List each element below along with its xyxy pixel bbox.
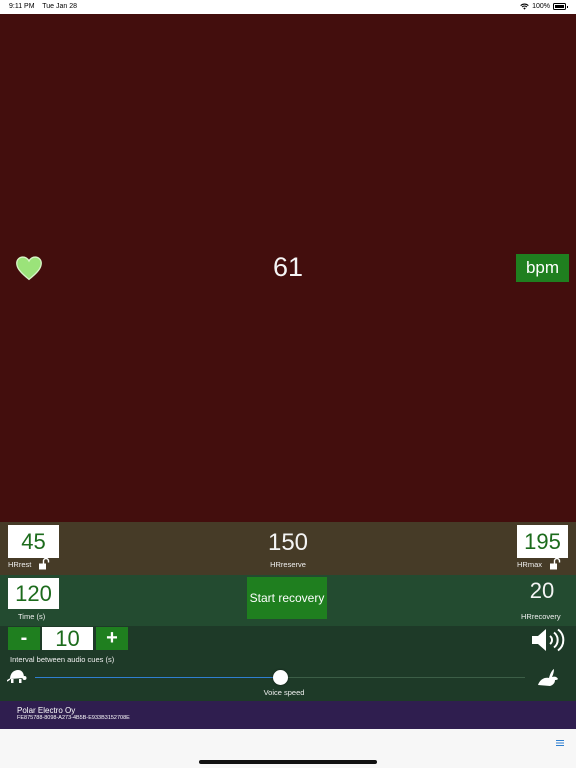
hrreserve-label: HRreserve	[270, 560, 306, 569]
rabbit-icon[interactable]	[536, 668, 560, 688]
battery-percent: 100%	[532, 3, 550, 10]
device-info: Polar Electro Oy FE875788-8098-A273-4B5B…	[0, 701, 576, 729]
voice-speed-slider[interactable]	[35, 670, 525, 685]
bottom-bar	[0, 729, 576, 768]
device-id: FE875788-8098-A273-4B5B-E933B3152708E	[17, 715, 130, 721]
status-time: 9:11 PM	[9, 3, 35, 10]
increase-interval-button[interactable]: +	[96, 627, 128, 650]
hrmax-lock-icon[interactable]	[549, 558, 561, 570]
voice-speed-label: Voice speed	[263, 688, 305, 697]
recovery-section: 120 Time (s) Start recovery 20 HRrecover…	[0, 575, 576, 626]
decrease-interval-button[interactable]: -	[8, 627, 40, 650]
interval-label: Interval between audio cues (s)	[10, 655, 115, 664]
status-date: Tue Jan 28	[42, 3, 77, 10]
interval-field[interactable]: 10	[42, 627, 93, 650]
speaker-icon[interactable]	[531, 628, 565, 652]
wifi-icon	[520, 3, 529, 10]
heart-rate-value: 61	[272, 252, 304, 282]
home-indicator	[199, 760, 377, 764]
audio-cues-section: - 10 + Interval between audio cues (s) V…	[0, 626, 576, 701]
bpm-unit-button[interactable]: bpm	[516, 254, 569, 282]
voice-speed-slider-thumb[interactable]	[272, 670, 288, 685]
time-label: Time (s)	[18, 612, 46, 621]
status-right: 100%	[520, 3, 568, 10]
start-recovery-button[interactable]: Start recovery	[247, 577, 327, 619]
menu-icon[interactable]	[555, 738, 565, 748]
heart-rate-zones: 45 HRrest 150 HRreserve 195 HRmax	[0, 522, 576, 575]
hrreserve-value: 150	[267, 529, 309, 556]
status-left: 9:11 PM Tue Jan 28	[9, 3, 77, 10]
heart-rate-display: 61 bpm	[0, 14, 576, 522]
hrrecovery-value: 20	[529, 578, 555, 603]
status-bar: 9:11 PM Tue Jan 28 100%	[0, 0, 576, 14]
hrrecovery-label: HRrecovery	[521, 612, 561, 621]
device-name: Polar Electro Oy	[17, 706, 76, 715]
hrmax-label: HRmax	[517, 560, 543, 569]
hrmax-field[interactable]: 195	[517, 525, 568, 558]
battery-icon	[553, 3, 568, 10]
time-field[interactable]: 120	[8, 578, 59, 609]
turtle-icon[interactable]	[7, 668, 27, 685]
voice-speed-slider-fill	[35, 677, 280, 678]
